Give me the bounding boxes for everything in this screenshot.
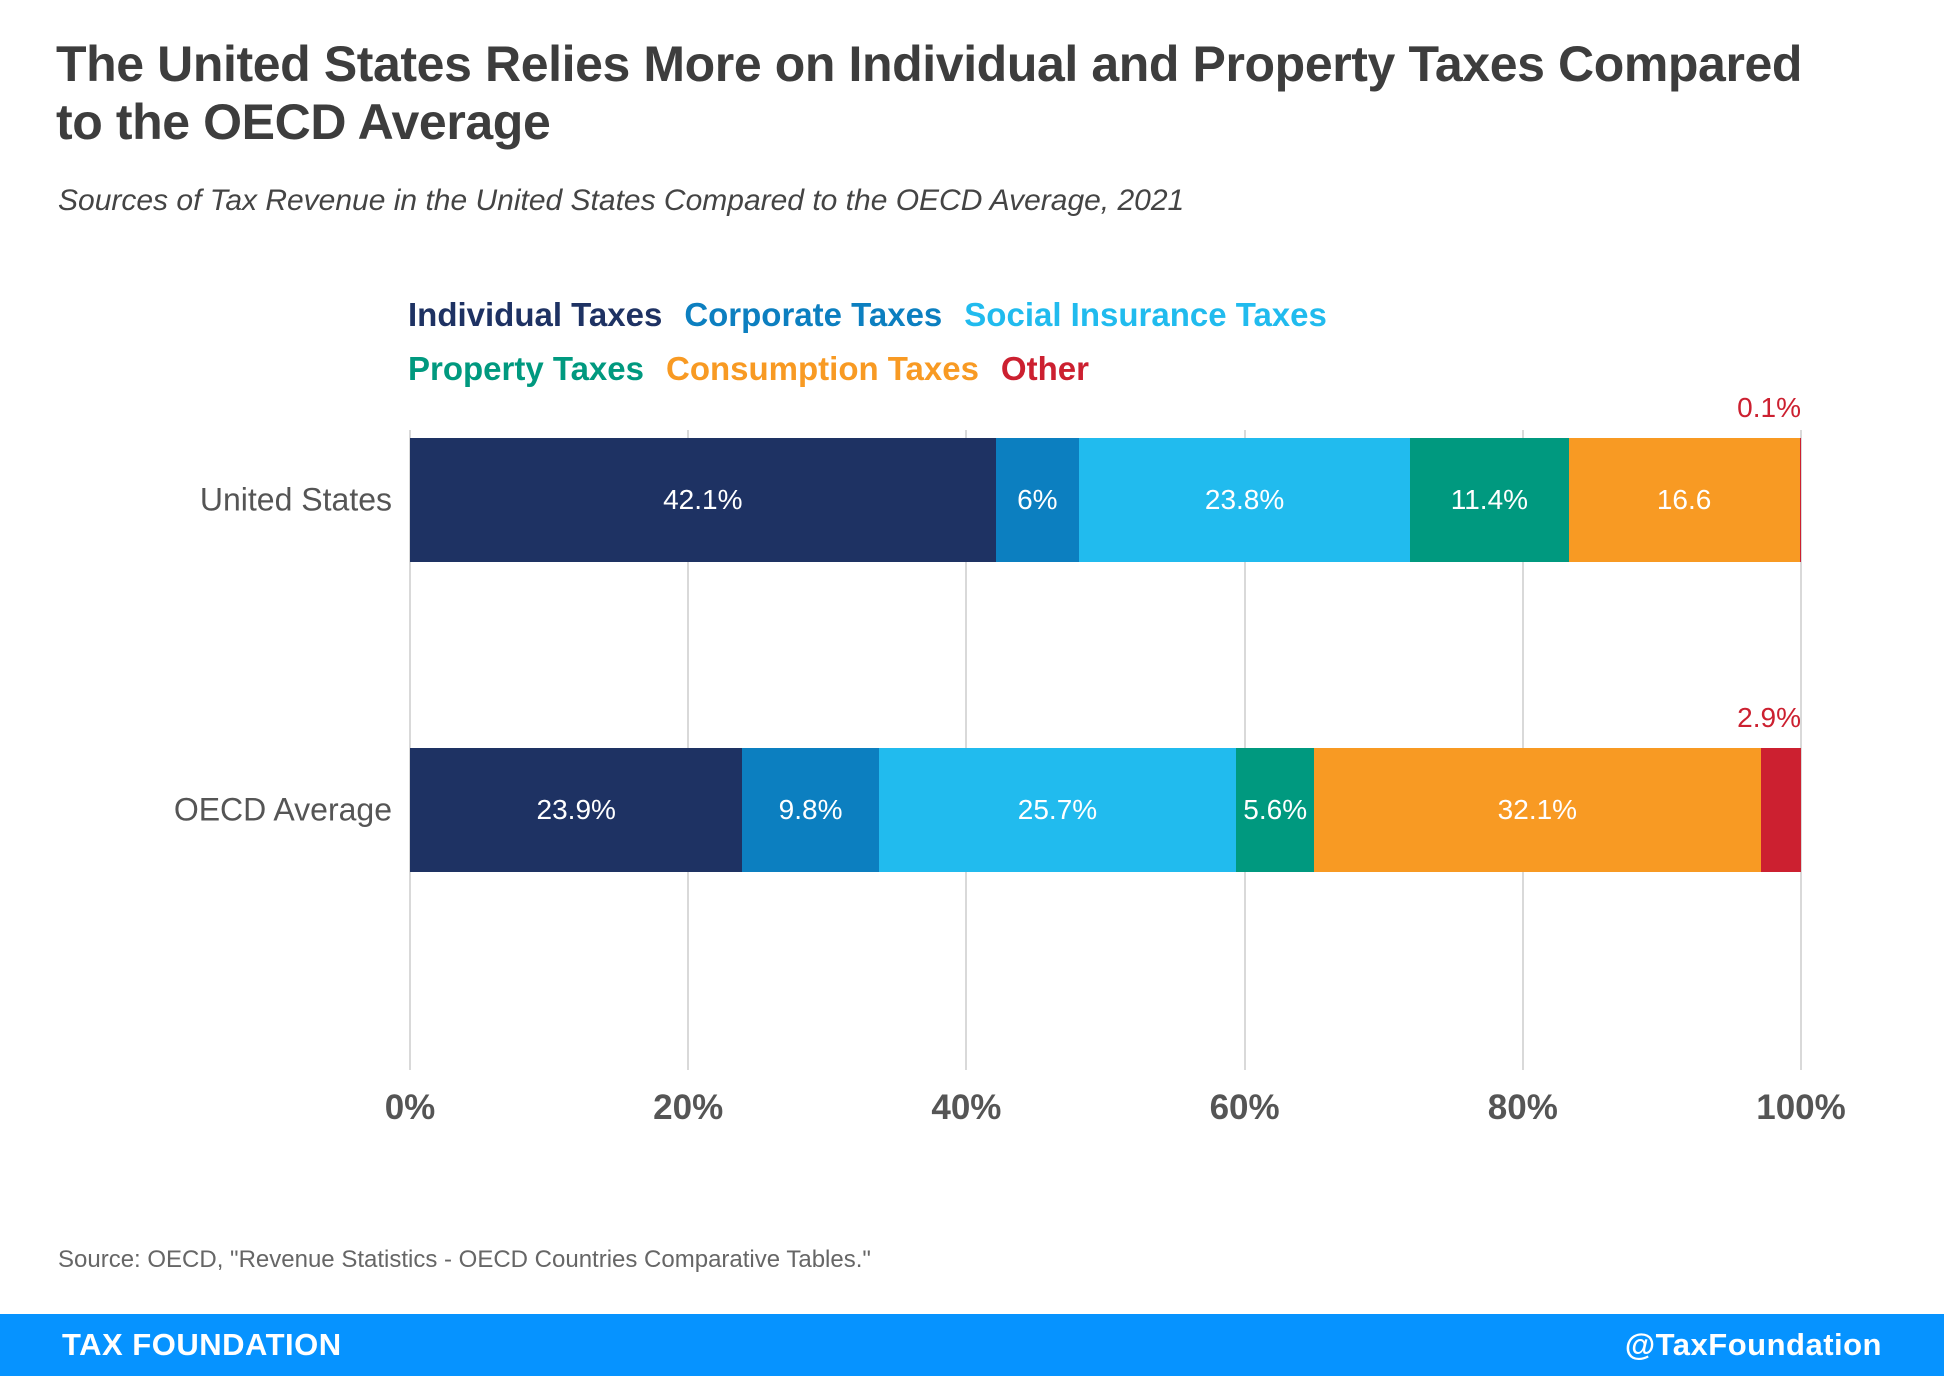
x-axis-tick-label: 60%	[1209, 1088, 1280, 1127]
bar-segment[interactable]: 16.6	[1568, 438, 1800, 562]
bar-segment[interactable]: 6%	[995, 438, 1080, 562]
bar-segment[interactable]	[1799, 438, 1801, 562]
x-axis-tick-label: 20%	[653, 1088, 724, 1127]
source-note: Source: OECD, "Revenue Statistics - OECD…	[58, 1246, 871, 1273]
bar-segment[interactable]: 32.1%	[1314, 748, 1761, 872]
bar-segment[interactable]: 5.6%	[1236, 748, 1315, 872]
bar-stack-united-states: 42.1% 6% 23.8% 11.4% 16.6	[410, 438, 1801, 562]
x-axis-tick-label: 40%	[931, 1088, 1002, 1127]
y-axis-tick-united-states: United States	[199, 481, 392, 518]
chart-legend: Individual Taxes Corporate Taxes Social In…	[408, 288, 1608, 396]
legend-item-individual-taxes: Individual Taxes	[408, 296, 663, 333]
x-axis-tick-label: 0%	[384, 1088, 436, 1127]
legend-row-1: Individual Taxes Corporate Taxes Social In…	[408, 288, 1608, 342]
bar-segment-label: 23.8%	[1204, 484, 1285, 515]
bar-segment-label: 9.8%	[778, 794, 843, 825]
footer-bar: TAX FOUNDATION @TaxFoundation	[0, 1314, 1944, 1376]
legend-row-2: Property Taxes Consumption Taxes Other	[408, 342, 1608, 396]
x-axis-tick-label: 80%	[1487, 1088, 1558, 1127]
bar-outside-label: 0.1%	[1737, 392, 1801, 423]
bar-segment[interactable]: 11.4%	[1410, 438, 1569, 562]
bar-segment[interactable]: 25.7%	[878, 748, 1237, 872]
bar-segment-label: 25.7%	[1017, 794, 1098, 825]
bar-segment-label: 16.6	[1656, 484, 1712, 515]
legend-item-corporate-taxes: Corporate Taxes	[684, 296, 943, 333]
page-title: The United States Relies More on Individ…	[56, 36, 1803, 150]
legend-item-consumption-taxes: Consumption Taxes	[666, 350, 979, 387]
chart-subtitle: Sources of Tax Revenue in the United Sta…	[58, 184, 1185, 217]
bar-stack-oecd-average: 23.9% 9.8% 25.7% 5.6% 32.1%	[410, 748, 1801, 872]
bar-segment-label: 6%	[1017, 484, 1058, 515]
bar-segment-label: 42.1%	[663, 484, 743, 515]
bar-segment-label: 32.1%	[1497, 794, 1578, 825]
legend-item-social-insurance-taxes: Social Insurance Taxes	[964, 296, 1327, 333]
bar-segment-label: 5.6%	[1243, 794, 1308, 825]
y-axis: United States OECD Average	[0, 430, 392, 1070]
legend-item-property-taxes: Property Taxes	[408, 350, 644, 387]
bar-segment[interactable]	[1760, 748, 1801, 872]
x-axis-tick-label: 100%	[1756, 1088, 1846, 1127]
footer-brand: TAX FOUNDATION	[62, 1327, 342, 1362]
bar-segment-label: 11.4%	[1450, 484, 1529, 515]
plot-area: 0.1% 42.1% 6% 23.8% 11.4% 16.6 2.9% 23.9% 9.8% 25…	[409, 392, 1802, 1070]
bar-segment-label: 23.9%	[536, 794, 616, 825]
footer-handle[interactable]: @TaxFoundation	[1625, 1327, 1882, 1363]
bar-outside-label: 2.9%	[1737, 702, 1801, 733]
bar-segment[interactable]: 42.1%	[410, 438, 996, 562]
bar-segment[interactable]: 23.8%	[1079, 438, 1411, 562]
legend-item-other: Other	[1000, 350, 1089, 387]
bar-segment[interactable]: 9.8%	[742, 748, 879, 872]
bar-segment[interactable]: 23.9%	[410, 748, 743, 872]
y-axis-tick-oecd-average: OECD Average	[173, 791, 392, 828]
